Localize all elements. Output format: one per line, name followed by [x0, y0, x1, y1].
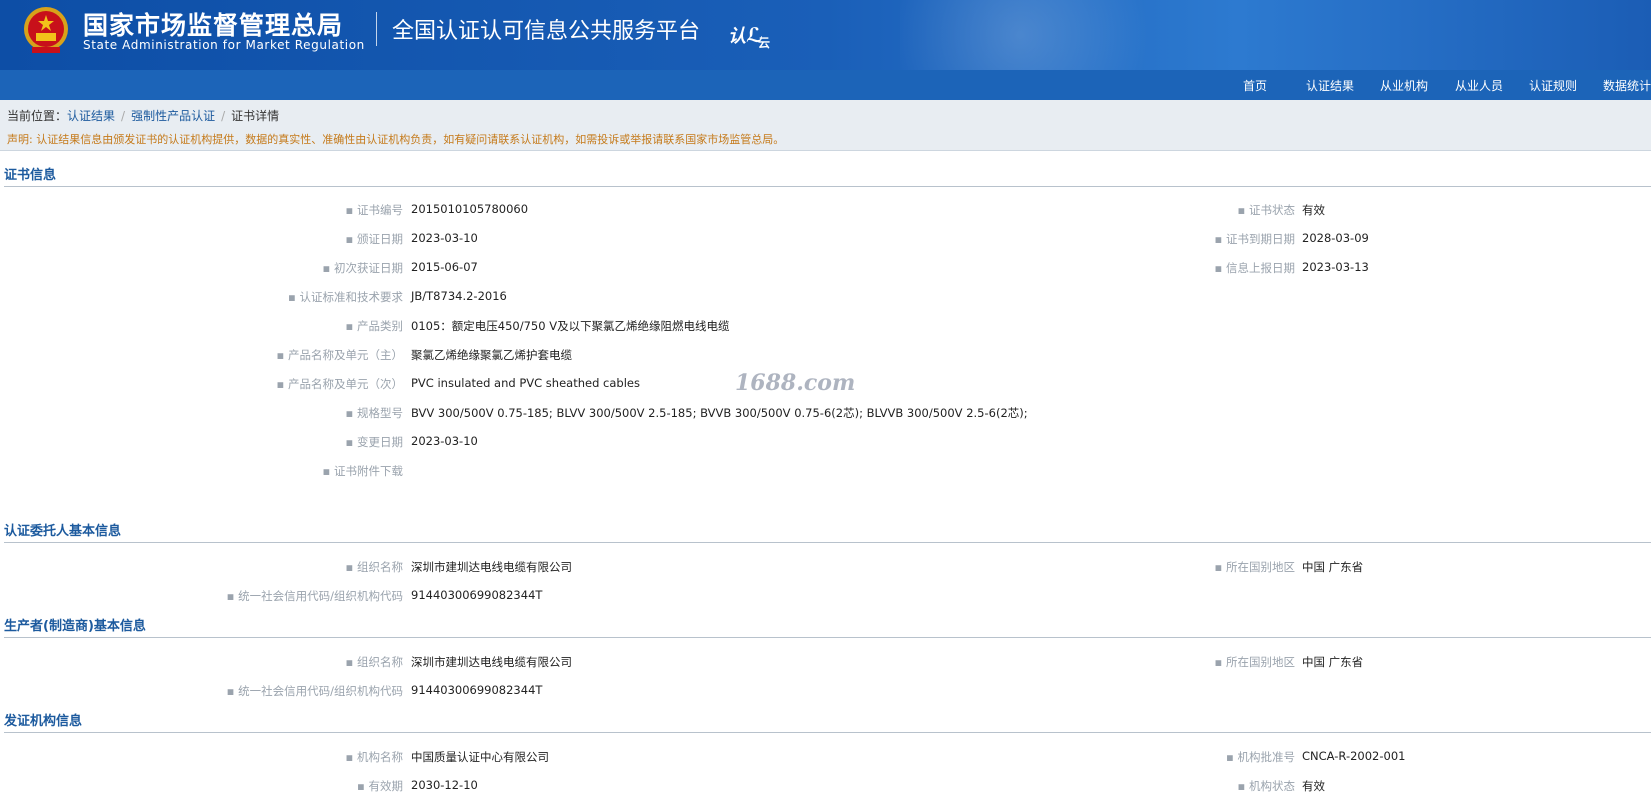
agency-name-en: State Administration for Market Regulati…: [83, 38, 365, 52]
breadcrumb: 当前位置：认证结果 / 强制性产品认证 / 证书详情: [0, 100, 1651, 128]
label-model: ▪ 规格型号: [345, 406, 403, 420]
label-producer-region: ▪ 所在国别地区: [1214, 655, 1295, 669]
disclaimer-text: 声明: 认证结果信息由颁发证书的认证机构提供，数据的真实性、准确性由认证机构负责…: [7, 133, 785, 146]
label-cert-status: ▪ 证书状态: [1237, 203, 1295, 217]
value-client-org: 深圳市建圳达电线电缆有限公司: [411, 560, 572, 574]
breadcrumb-cert-results[interactable]: 认证结果: [67, 109, 115, 123]
value-client-code: 91440300699082344T: [411, 588, 543, 602]
label-client-code: ▪ 统一社会信用代码/组织机构代码: [226, 589, 403, 603]
label-expiry-date: ▪ 证书到期日期: [1214, 232, 1295, 246]
value-first-cert-date: 2015-06-07: [411, 260, 478, 274]
value-producer-org: 深圳市建圳达电线电缆有限公司: [411, 655, 572, 669]
nav-cert-rules[interactable]: 认证规则: [1529, 77, 1577, 94]
agency-name-cn: 国家市场监督管理总局: [83, 11, 344, 40]
watermark-text: 1688.com: [735, 370, 856, 396]
value-client-region: 中国 广东省: [1302, 560, 1364, 574]
value-model: BVV 300/500V 0.75-185; BLVV 300/500V 2.5…: [411, 406, 1028, 420]
section-title-client: 认证委托人基本信息: [4, 524, 122, 539]
nav-home[interactable]: 首页: [1243, 77, 1267, 94]
section-divider: [4, 732, 1651, 733]
section-divider: [4, 542, 1651, 543]
label-standard: ▪ 认证标准和技术要求: [288, 290, 403, 304]
breadcrumb-ccc[interactable]: 强制性产品认证: [131, 109, 215, 123]
nav-cert-results[interactable]: 认证结果: [1306, 77, 1354, 94]
value-producer-region: 中国 广东省: [1302, 655, 1364, 669]
disclaimer-bar: 声明: 认证结果信息由颁发证书的认证机构提供，数据的真实性、准确性由认证机构负责…: [0, 128, 1651, 151]
label-producer-org: ▪ 组织名称: [345, 655, 403, 669]
value-change-date: 2023-03-10: [411, 434, 478, 448]
value-product-category: 0105：额定电压450/750 V及以下聚氯乙烯绝缘阻燃电线电缆: [411, 319, 730, 333]
breadcrumb-current: 证书详情: [231, 109, 280, 123]
label-change-date: ▪ 变更日期: [345, 435, 403, 449]
value-issue-date: 2023-03-10: [411, 231, 478, 245]
label-client-region: ▪ 所在国别地区: [1214, 560, 1295, 574]
value-standard: JB/T8734.2-2016: [411, 289, 507, 303]
value-expiry-date: 2028-03-09: [1302, 231, 1369, 245]
label-client-org: ▪ 组织名称: [345, 560, 403, 574]
label-producer-code: ▪ 统一社会信用代码/组织机构代码: [226, 684, 403, 698]
breadcrumb-prefix: 当前位置：: [7, 109, 68, 123]
label-issue-date: ▪ 颁证日期: [345, 232, 403, 246]
header-divider: [376, 12, 377, 46]
value-issuer-valid: 2030-12-10: [411, 778, 478, 792]
value-cert-status: 有效: [1302, 203, 1325, 217]
nav-institutions[interactable]: 从业机构: [1380, 77, 1428, 94]
value-producer-code: 91440300699082344T: [411, 683, 543, 697]
label-product-name-secondary: ▪ 产品名称及单元（次）: [276, 377, 403, 391]
logo-subtext: 云: [758, 36, 771, 50]
label-issuer-status: ▪ 机构状态: [1237, 779, 1295, 793]
logo-text: 认: [728, 26, 746, 47]
national-emblem-icon: [24, 7, 68, 53]
label-issuer-org: ▪ 机构名称: [345, 750, 403, 764]
section-title-issuer: 发证机构信息: [4, 714, 83, 729]
site-header: 国家市场监督管理总局 State Administration for Mark…: [0, 0, 1651, 70]
value-issuer-status: 有效: [1302, 779, 1325, 793]
label-first-cert-date: ▪ 初次获证日期: [322, 261, 403, 275]
label-attachment-download: ▪ 证书附件下载: [322, 464, 403, 478]
label-cert-number: ▪ 证书编号: [345, 203, 403, 217]
nav-statistics[interactable]: 数据统计: [1603, 77, 1651, 94]
value-issuer-approval: CNCA-R-2002-001: [1302, 749, 1406, 763]
label-issuer-approval: ▪ 机构批准号: [1226, 750, 1295, 764]
platform-title: 全国认证认可信息公共服务平台: [392, 19, 701, 44]
value-issuer-org: 中国质量认证中心有限公司: [411, 750, 549, 764]
section-divider: [4, 637, 1651, 638]
value-product-name-main: 聚氯乙烯绝缘聚氯乙烯护套电缆: [411, 348, 572, 362]
value-product-name-secondary: PVC insulated and PVC sheathed cables: [411, 376, 640, 390]
value-cert-number: 2015010105780060: [411, 202, 529, 216]
section-divider: [4, 186, 1651, 187]
section-title-producer: 生产者(制造商)基本信息: [4, 619, 146, 634]
value-report-date: 2023-03-13: [1302, 260, 1369, 274]
label-issuer-valid: ▪ 有效期: [357, 779, 403, 793]
main-navigation: 首页 认证结果 从业机构 从业人员 认证规则 数据统计: [0, 70, 1651, 100]
label-product-name-main: ▪ 产品名称及单元（主）: [276, 348, 403, 362]
section-title-cert: 证书信息: [4, 168, 57, 183]
nav-practitioners[interactable]: 从业人员: [1455, 77, 1503, 94]
label-report-date: ▪ 信息上报日期: [1214, 261, 1295, 275]
header-decoration: [900, 0, 1200, 70]
label-product-category: ▪ 产品类别: [345, 319, 403, 333]
